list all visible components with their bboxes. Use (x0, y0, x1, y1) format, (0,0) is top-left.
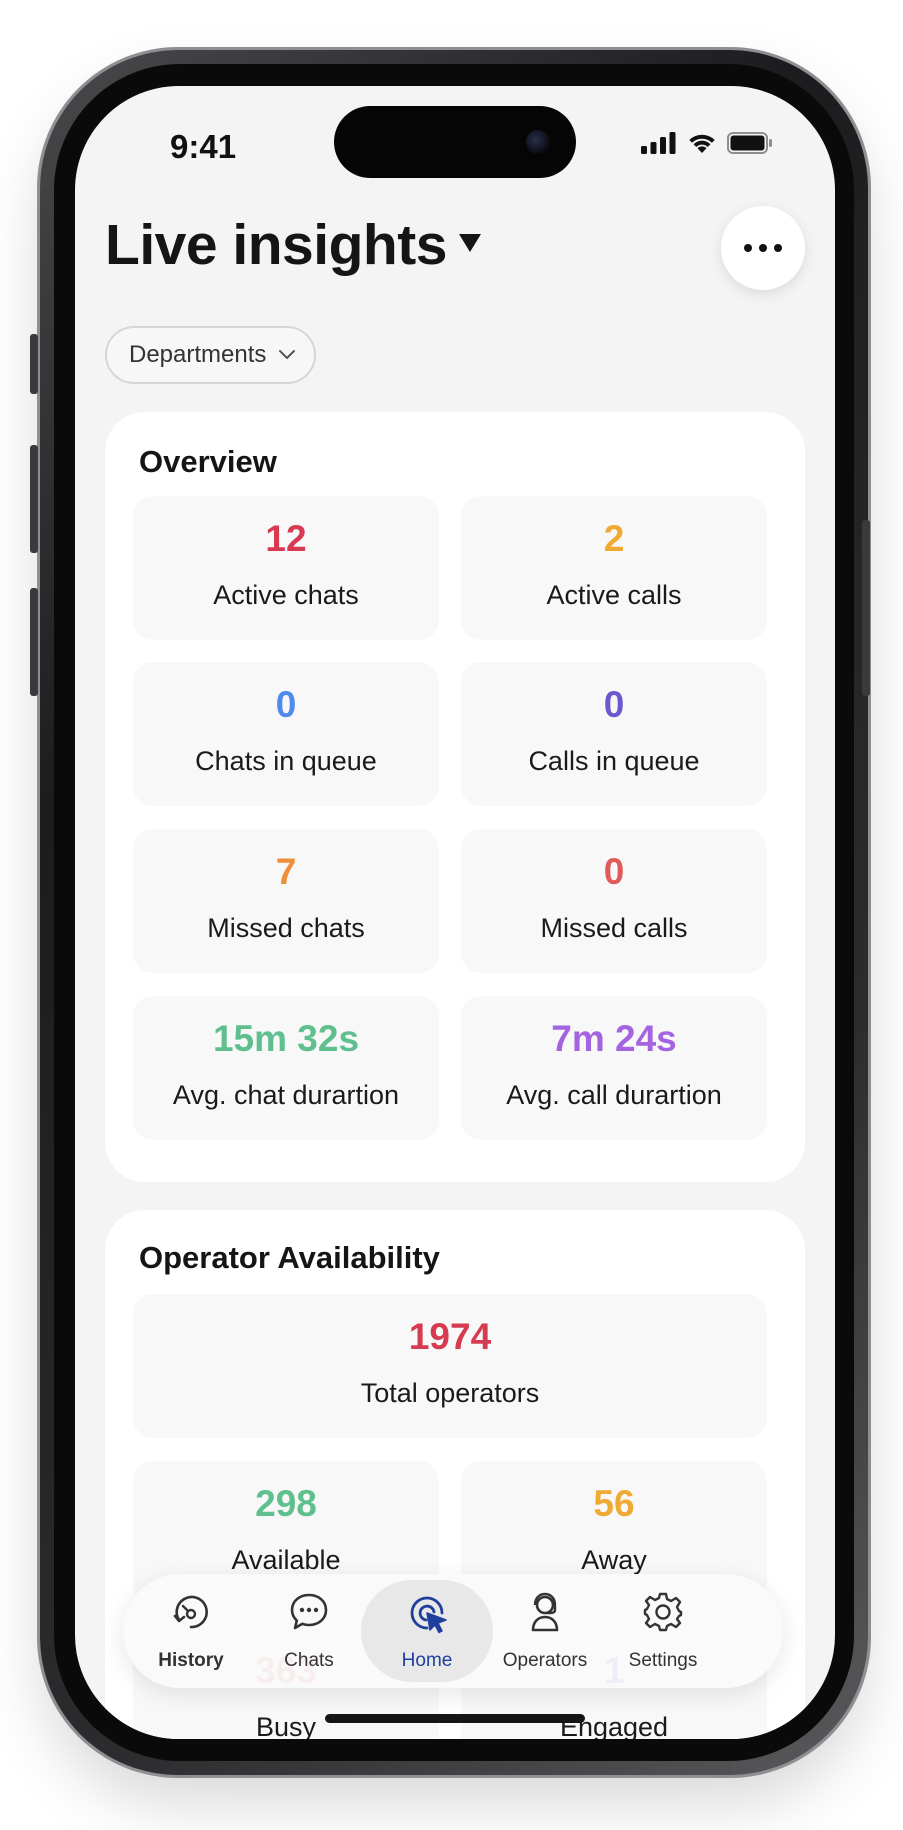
stat-tile-active-chats[interactable]: 12 Active chats (133, 496, 439, 640)
stat-value: 7m 24s (551, 1018, 677, 1059)
stat-tile-active-calls[interactable]: 2 Active calls (461, 496, 767, 640)
more-dots-icon (744, 244, 752, 252)
departments-filter-label: Departments (129, 341, 267, 368)
battery-icon (727, 132, 772, 154)
cellular-signal-icon (641, 132, 676, 154)
stat-value: 12 (265, 518, 307, 559)
more-options-button[interactable] (721, 206, 805, 290)
chat-bubble-icon (290, 1593, 328, 1630)
operator-availability-title: Operator Availability (139, 1240, 440, 1275)
stat-label: Available (231, 1545, 341, 1575)
home-indicator[interactable] (325, 1714, 585, 1723)
stat-label: Calls in queue (528, 746, 700, 776)
caret-down-icon[interactable] (459, 234, 481, 252)
tab-label: Settings (628, 1650, 698, 1671)
tab-label: History (158, 1650, 224, 1671)
stat-value: 0 (275, 684, 297, 725)
page-title[interactable]: Live insights (105, 212, 447, 278)
overview-card: Overview 12 Active chats 2 Active calls … (105, 412, 805, 1182)
stat-tile-missed-calls[interactable]: 0 Missed calls (461, 829, 767, 973)
history-icon (173, 1595, 208, 1629)
stat-label: Missed calls (540, 913, 688, 943)
tab-label: Chats (284, 1650, 334, 1671)
side-button-mute (30, 334, 38, 394)
stat-value: 56 (593, 1483, 635, 1524)
overview-title: Overview (139, 444, 277, 479)
wifi-icon (689, 134, 715, 153)
dynamic-island (334, 106, 576, 178)
stat-label: Avg. call durartion (506, 1080, 722, 1110)
stat-value: 1974 (408, 1316, 492, 1357)
gear-icon (643, 1592, 683, 1632)
stat-label: Away (581, 1545, 647, 1575)
side-button-volume-down (30, 588, 38, 696)
tab-home[interactable]: Home (361, 1574, 493, 1688)
status-time: 9:41 (170, 128, 237, 165)
stat-tile-avg-chat-duration[interactable]: 15m 32s Avg. chat durartion (133, 996, 439, 1140)
side-button-volume-up (30, 445, 38, 553)
stat-value: 0 (603, 851, 625, 892)
more-dot (759, 244, 767, 252)
screen: 9:41 Live insights Departments Overview … (75, 86, 835, 1739)
tab-history[interactable]: History (133, 1574, 249, 1688)
stat-label: Missed chats (207, 913, 365, 943)
stat-tile-missed-chats[interactable]: 7 Missed chats (133, 829, 439, 973)
stat-value: 15m 32s (212, 1018, 360, 1059)
stat-value: 7 (275, 851, 297, 892)
stat-value: 2 (603, 518, 625, 559)
stat-label: Active calls (546, 580, 682, 610)
stat-label: Avg. chat durartion (172, 1080, 400, 1110)
stat-value: 0 (603, 684, 625, 725)
chevron-down-icon (279, 350, 296, 359)
status-icons (641, 132, 773, 154)
departments-filter[interactable]: Departments (105, 326, 317, 384)
stat-value: 298 (255, 1483, 317, 1524)
operator-headset-icon (531, 1592, 559, 1632)
tab-bar: History Chats Home Operators Settings (123, 1574, 783, 1688)
tab-chats[interactable]: Chats (251, 1574, 367, 1688)
stat-tile-calls-in-queue[interactable]: 0 Calls in queue (461, 662, 767, 806)
cursor-click-icon (410, 1596, 447, 1634)
stat-tile-chats-in-queue[interactable]: 0 Chats in queue (133, 662, 439, 806)
stat-label: Active chats (213, 580, 359, 610)
tab-label: Home (401, 1650, 453, 1671)
stat-label: Total operators (360, 1378, 540, 1408)
tab-label: Operators (502, 1650, 588, 1671)
more-dot (774, 244, 782, 252)
camera-icon (526, 130, 550, 154)
side-button-power (862, 520, 870, 696)
stat-tile-total-operators[interactable]: 1974 Total operators (133, 1294, 767, 1438)
stat-tile-avg-call-duration[interactable]: 7m 24s Avg. call durartion (461, 996, 767, 1140)
tab-settings[interactable]: Settings (605, 1574, 721, 1688)
tab-operators[interactable]: Operators (487, 1574, 603, 1688)
stat-label: Chats in queue (195, 746, 377, 776)
